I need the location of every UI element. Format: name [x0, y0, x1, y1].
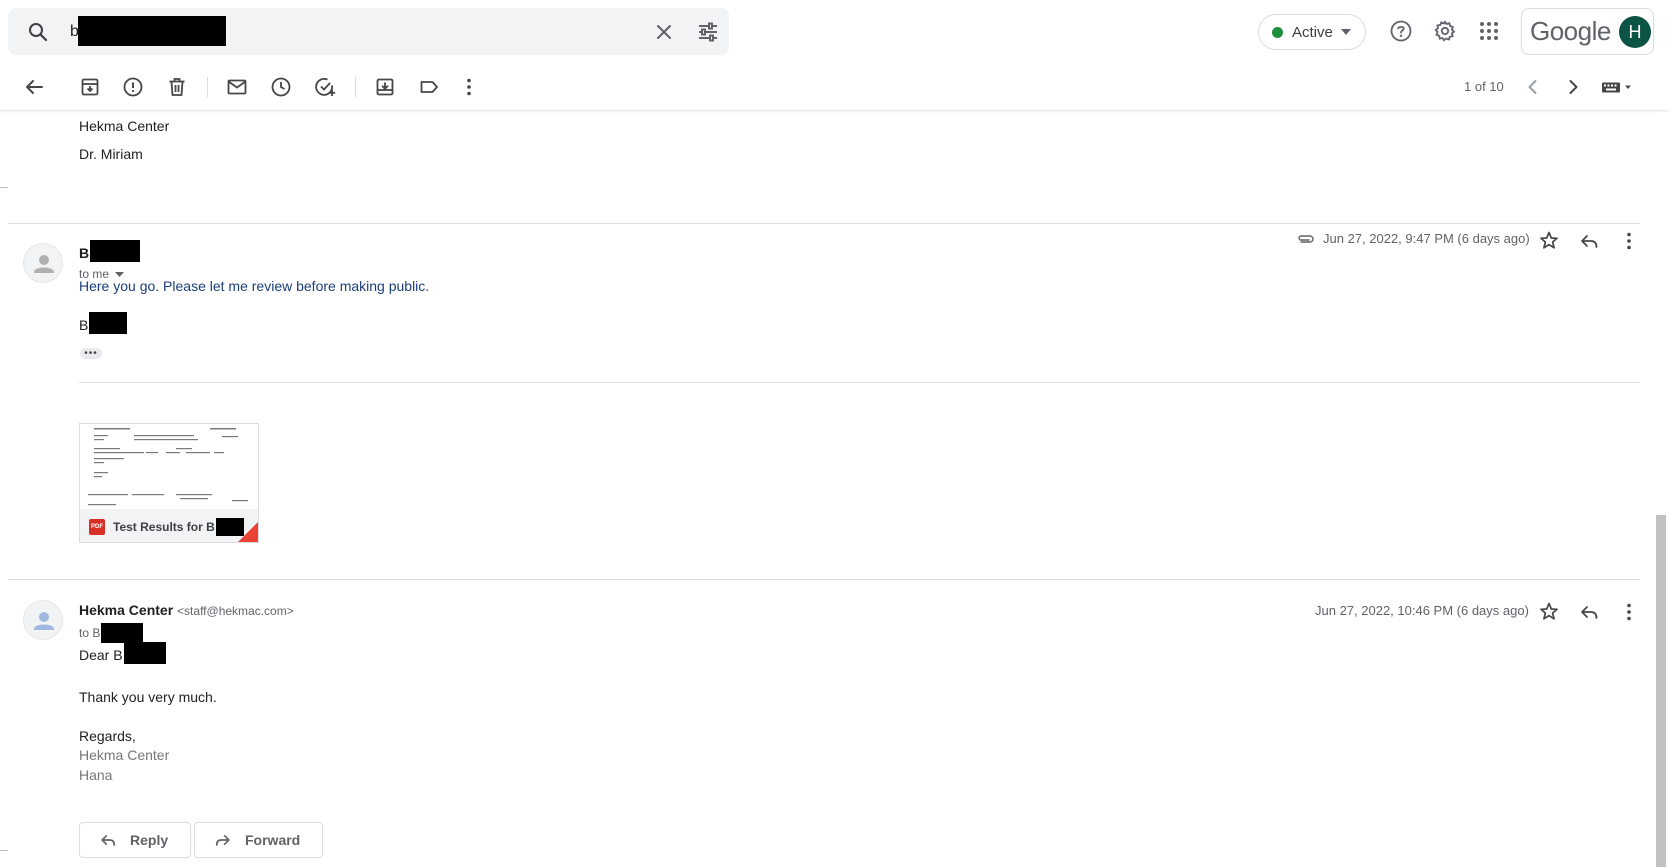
star-icon[interactable] — [1537, 600, 1561, 624]
delete-icon[interactable] — [165, 75, 189, 99]
chevron-right-icon[interactable] — [1561, 75, 1585, 99]
reply-button[interactable]: Reply — [79, 822, 192, 858]
forward-icon — [213, 830, 233, 850]
avatar[interactable]: H — [1619, 16, 1651, 48]
message-body: Thank you very much. — [79, 689, 217, 705]
divider-tick — [0, 187, 8, 188]
message-timestamp: Jun 27, 2022, 10:46 PM (6 days ago) — [1315, 603, 1529, 618]
chevron-left-icon[interactable] — [1521, 75, 1545, 99]
sender-name[interactable]: B — [79, 240, 141, 263]
attachment-divider — [79, 382, 1640, 383]
signature-initial: B — [79, 317, 89, 333]
move-to-icon[interactable] — [373, 75, 397, 99]
status-dropdown[interactable]: Active — [1258, 14, 1366, 50]
attachment-corner-fold — [238, 522, 258, 542]
sender-name[interactable]: Hekma Center <staff@hekmac.com> — [79, 602, 294, 618]
conversation-view: Hekma Center Dr. Miriam B to me Jun 27, … — [0, 112, 1652, 867]
reply-icon[interactable] — [1577, 600, 1601, 624]
google-logo: Google — [1530, 16, 1611, 46]
sender-initial: B — [79, 245, 90, 261]
account-switcher[interactable]: Google H — [1521, 8, 1654, 55]
message-timestamp: Jun 27, 2022, 9:47 PM (6 days ago) — [1323, 231, 1530, 246]
message-meta: Jun 27, 2022, 10:46 PM (6 days ago) — [1315, 603, 1529, 618]
forward-button[interactable]: Forward — [194, 822, 324, 858]
toolbar-divider — [207, 77, 208, 97]
attachment-name: Test Results for B — [113, 519, 215, 534]
redaction-block — [90, 240, 141, 263]
input-tools-keyboard-icon[interactable] — [1600, 75, 1636, 99]
redaction-block — [78, 16, 226, 46]
attachment-label: PDF Test Results for B — [80, 509, 258, 542]
mark-unread-icon[interactable] — [225, 75, 249, 99]
reply-icon — [98, 830, 118, 850]
greeting-text: Dear B — [79, 647, 123, 663]
reply-label: Reply — [130, 832, 169, 848]
sender-display-name: Hekma Center — [79, 602, 174, 618]
sender-avatar[interactable] — [23, 243, 63, 283]
message-signature: Hana — [79, 767, 113, 783]
toolbar-divider — [355, 77, 356, 97]
message-greeting: Dear B — [79, 642, 166, 665]
status-dot — [1272, 26, 1283, 38]
report-spam-icon[interactable] — [121, 75, 145, 99]
attachment-paperclip-icon — [1297, 233, 1315, 245]
previous-message-line: Hekma Center — [79, 118, 170, 134]
more-vert-icon[interactable] — [1617, 600, 1641, 624]
gear-icon[interactable] — [1433, 19, 1457, 43]
sender-avatar[interactable] — [23, 600, 63, 640]
scrollbar-thumb[interactable] — [1656, 515, 1666, 867]
top-bar: b Active Google H — [0, 0, 1668, 61]
message-signature: B — [79, 312, 128, 335]
message-closing: Regards, — [79, 728, 136, 744]
message-body: Here you go. Please let me review before… — [79, 278, 430, 294]
divider-tick — [0, 850, 8, 851]
pagination-label: 1 of 10 — [1464, 79, 1504, 94]
more-vert-icon[interactable] — [457, 75, 481, 99]
recipient-label: to B — [79, 626, 101, 640]
sender-email: <staff@hekmac.com> — [177, 604, 294, 618]
back-arrow-icon[interactable] — [22, 75, 46, 99]
caret-down-icon[interactable] — [115, 271, 125, 277]
message-meta: Jun 27, 2022, 9:47 PM (6 days ago) — [1297, 231, 1530, 246]
recipient-line[interactable]: to B — [79, 623, 144, 643]
message-divider — [8, 223, 1640, 224]
snooze-clock-icon[interactable] — [269, 75, 293, 99]
reply-icon[interactable] — [1577, 229, 1601, 253]
help-icon[interactable] — [1389, 19, 1413, 43]
close-icon[interactable] — [652, 20, 676, 44]
redaction-block — [89, 312, 128, 335]
search-icon[interactable] — [26, 20, 50, 44]
status-label: Active — [1292, 23, 1333, 41]
label-icon[interactable] — [417, 75, 441, 99]
attachment-card[interactable]: PDF Test Results for B — [79, 423, 259, 543]
search-options-icon[interactable] — [696, 20, 720, 44]
message-toolbar: 1 of 10 — [0, 63, 1668, 111]
caret-down-icon — [1340, 29, 1351, 35]
previous-message-line: Dr. Miriam — [79, 146, 143, 162]
pdf-file-icon: PDF — [89, 518, 105, 535]
apps-grid-icon[interactable] — [1477, 19, 1501, 43]
redaction-block — [123, 642, 166, 665]
forward-label: Forward — [245, 832, 301, 848]
attachment-thumbnail — [80, 424, 258, 509]
more-vert-icon[interactable] — [1617, 229, 1641, 253]
star-icon[interactable] — [1537, 229, 1561, 253]
search-bar[interactable]: b — [8, 8, 729, 55]
message-divider — [8, 579, 1640, 580]
archive-icon[interactable] — [78, 75, 102, 99]
show-trimmed-content-button[interactable]: ••• — [80, 348, 102, 359]
add-task-icon[interactable] — [313, 75, 337, 99]
message-signature: Hekma Center — [79, 747, 170, 763]
redaction-block — [101, 623, 144, 643]
